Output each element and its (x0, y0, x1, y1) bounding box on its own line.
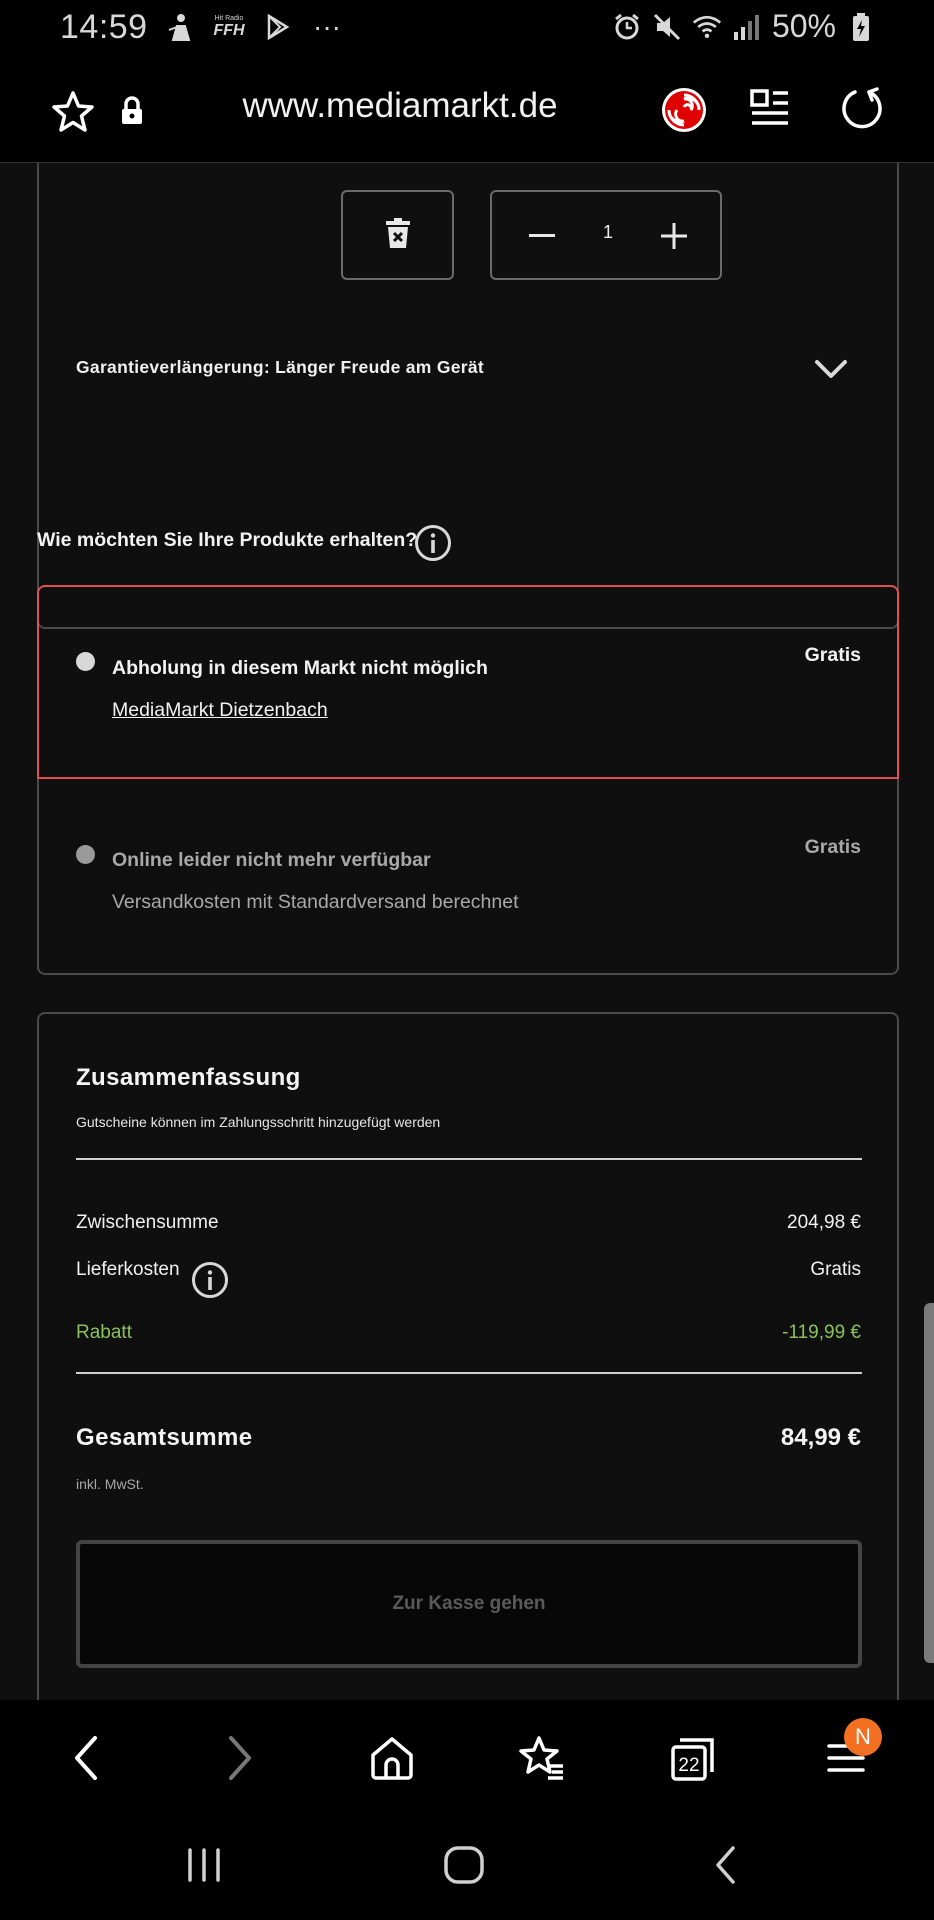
notification-badge: N (844, 1718, 882, 1756)
subtotal-value: 204,98 € (787, 1212, 861, 1233)
voucher-note: Gutscheine können im Zahlungsschritt hin… (76, 1114, 441, 1130)
wifi-icon (692, 12, 722, 42)
battery-icon (846, 12, 876, 42)
summary-title: Zusammenfassung (76, 1064, 301, 1091)
option-pickup-price: Gratis (804, 644, 861, 666)
total-label: Gesamtsumme (76, 1424, 253, 1451)
minus-icon (529, 234, 555, 237)
option-shipping-price: Gratis (804, 836, 861, 858)
reader-mode-icon[interactable] (746, 84, 794, 132)
divider (76, 1372, 862, 1374)
delivery-option-shipping[interactable]: Online leider nicht mehr verfügbar Versa… (37, 779, 899, 975)
bookmark-star-icon[interactable] (47, 86, 99, 138)
ffh-label: FFH (213, 22, 245, 39)
discount-label: Rabatt (76, 1322, 132, 1343)
mute-icon (652, 12, 682, 42)
recent-apps-icon[interactable] (174, 1835, 234, 1895)
quantity-value[interactable]: 1 (582, 222, 634, 243)
back-icon[interactable] (56, 1728, 116, 1788)
option-shipping-subtitle: Versandkosten mit Standardversand berech… (112, 891, 519, 913)
delivery-question: Wie möchten Sie Ihre Produkte erhalten? (37, 529, 418, 551)
radio-shipping[interactable] (76, 845, 95, 864)
info-icon[interactable] (414, 524, 452, 562)
delivery-cost-label: Lieferkosten (76, 1259, 180, 1280)
discount-value: -119,99 € (782, 1322, 861, 1343)
status-system-icons: 50% (612, 8, 876, 45)
person-icon (165, 12, 195, 42)
increase-quantity-button[interactable] (652, 214, 696, 258)
status-bar: 14:59 Hit Radio FFH ··· 50% (0, 0, 934, 56)
home-button-icon[interactable] (434, 1835, 494, 1895)
cart-item-card: 1 Garantieverlängerung: Länger Freude am… (37, 163, 899, 629)
status-notification-icons: Hit Radio FFH ··· (165, 11, 347, 42)
option-shipping-title: Online leider nicht mehr verfügbar (112, 849, 431, 871)
lock-icon[interactable] (117, 94, 147, 128)
subtotal-label: Zwischensumme (76, 1212, 219, 1233)
signal-icon (732, 12, 762, 42)
home-icon[interactable] (362, 1728, 422, 1788)
chevron-down-icon[interactable] (811, 349, 851, 389)
tabs-count: 22 (678, 1755, 699, 1776)
tabs-icon[interactable]: 22 (664, 1728, 724, 1788)
mediamarkt-logo[interactable] (660, 86, 708, 134)
browser-bottom-nav: 22 N (0, 1700, 934, 1810)
store-link[interactable]: MediaMarkt Dietzenbach (112, 699, 328, 722)
url-bar[interactable]: www.mediamarkt.de (200, 86, 600, 126)
decrease-quantity-button[interactable] (520, 214, 564, 258)
warranty-toggle-label[interactable]: Garantieverlängerung: Länger Freude am G… (76, 357, 484, 378)
alarm-icon (612, 12, 642, 42)
play-store-icon (263, 12, 293, 42)
ffh-icon: Hit Radio FFH (209, 12, 249, 42)
total-value: 84,99 € (780, 1424, 861, 1451)
bookmarks-icon[interactable] (512, 1728, 572, 1788)
checkout-button[interactable]: Zur Kasse gehen (76, 1540, 862, 1668)
option-pickup-title: Abholung in diesem Markt nicht möglich (112, 657, 488, 679)
quantity-stepper: 1 (490, 190, 722, 280)
vat-note: inkl. MwSt. (76, 1476, 144, 1492)
more-dots-icon: ··· (313, 11, 341, 42)
system-nav-bar (0, 1810, 934, 1920)
delivery-option-pickup[interactable]: Abholung in diesem Markt nicht möglich M… (37, 585, 899, 779)
plus-icon (661, 223, 687, 249)
scrollbar[interactable] (924, 1303, 934, 1663)
battery-percent: 50% (771, 8, 836, 44)
info-icon[interactable] (191, 1261, 229, 1299)
browser-toolbar: www.mediamarkt.de (0, 56, 934, 163)
trash-icon (385, 217, 411, 254)
delete-item-button[interactable] (341, 190, 454, 280)
divider (76, 1158, 862, 1160)
delivery-cost-value: Gratis (810, 1259, 861, 1280)
system-back-icon[interactable] (696, 1835, 756, 1895)
forward-icon[interactable] (210, 1728, 270, 1788)
status-time: 14:59 (60, 8, 148, 46)
order-summary: Zusammenfassung Gutscheine können im Zah… (37, 1012, 899, 1700)
page-content: 1 Garantieverlängerung: Länger Freude am… (0, 163, 934, 1700)
reload-icon[interactable] (836, 84, 886, 134)
radio-pickup[interactable] (76, 652, 95, 671)
